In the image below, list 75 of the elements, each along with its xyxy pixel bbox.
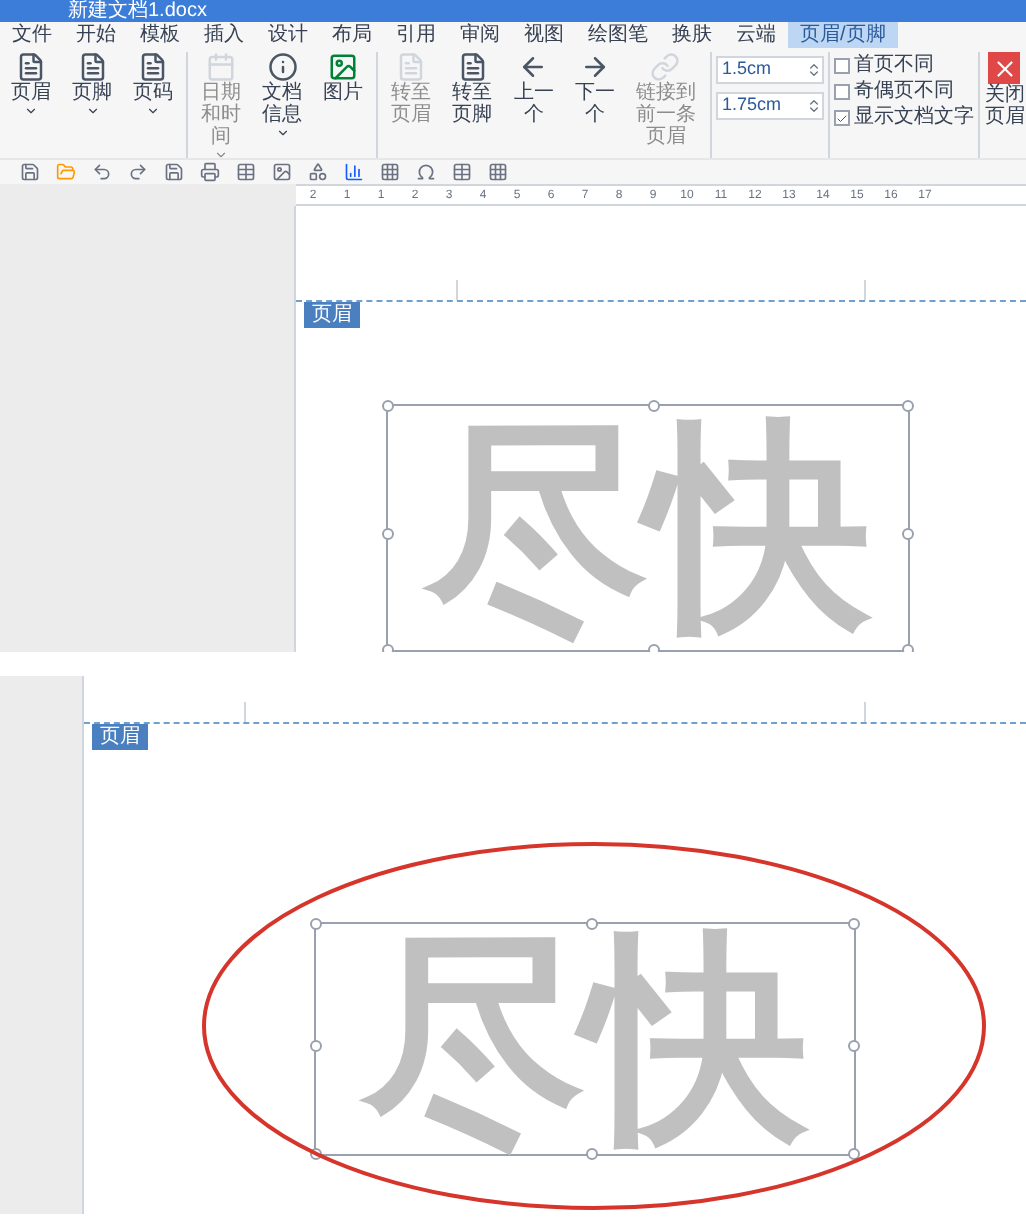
page-icon	[138, 52, 169, 83]
folder-icon[interactable]	[56, 162, 76, 183]
document-info-icon	[267, 52, 298, 83]
spin-field[interactable]: 1.5cm	[715, 56, 824, 85]
spinner-icon	[805, 62, 822, 79]
calendar-icon	[205, 52, 236, 83]
ribbon-button[interactable]: 文档信息	[251, 52, 313, 141]
checkbox-label: 显示文档文字	[853, 106, 974, 131]
spin-value: 1.5cm	[719, 56, 773, 83]
ribbon-button[interactable]: 页脚	[61, 52, 123, 119]
checkbox[interactable]	[833, 110, 850, 127]
page-icon	[15, 52, 46, 83]
page-icon	[77, 52, 108, 83]
checkbox-label: 首页不同	[853, 54, 934, 79]
menu-tab[interactable]: 页眉/页脚	[788, 22, 898, 49]
ribbon-button[interactable]: 转至页脚	[441, 52, 503, 127]
resize-handle[interactable]	[648, 400, 660, 412]
right-arrow-icon	[579, 52, 610, 83]
image-icon[interactable]	[272, 162, 292, 183]
page-icon	[395, 52, 426, 83]
resize-handle[interactable]	[382, 528, 394, 540]
checkbox[interactable]	[833, 84, 850, 101]
menu-tab[interactable]: 绘图笔	[576, 22, 660, 49]
resize-handle[interactable]	[902, 528, 914, 540]
check-icon	[835, 111, 848, 126]
table-icon[interactable]	[452, 162, 472, 183]
grid-icon[interactable]	[488, 162, 508, 183]
menu-tab[interactable]: 换肤	[660, 22, 724, 49]
header-tag: 页眉	[304, 302, 360, 328]
resize-handle[interactable]	[848, 1148, 860, 1160]
print-icon[interactable]	[200, 162, 220, 183]
ribbon-button[interactable]: 页码	[122, 52, 185, 119]
bar-chart-icon[interactable]	[344, 162, 364, 183]
spin-value: 1.75cm	[719, 92, 783, 119]
spinner-icon	[805, 98, 822, 115]
ribbon-button[interactable]: 上一个	[502, 52, 565, 127]
resize-handle[interactable]	[585, 918, 597, 930]
resize-handle[interactable]	[902, 400, 914, 412]
checkbox-label: 奇偶页不同	[853, 80, 954, 105]
close-header-button[interactable]: 关闭页眉	[983, 52, 1026, 129]
resize-handle[interactable]	[848, 918, 860, 930]
table-icon[interactable]	[236, 162, 256, 183]
shapes-icon[interactable]	[308, 162, 328, 183]
page-icon	[457, 52, 488, 83]
resize-handle[interactable]	[848, 1039, 860, 1051]
menu-tab[interactable]: 引用	[384, 22, 448, 49]
menu-tab[interactable]: 布局	[320, 22, 384, 49]
save-icon[interactable]	[20, 162, 40, 183]
header-text: 尽快	[424, 416, 872, 640]
grid-icon[interactable]	[380, 162, 400, 183]
link-icon	[650, 52, 681, 83]
ribbon-button[interactable]: 图片	[312, 52, 375, 105]
omega-icon[interactable]	[416, 162, 436, 183]
resize-handle[interactable]	[310, 918, 322, 930]
header-text: 尽快	[361, 927, 809, 1151]
menu-tab[interactable]: 模板	[128, 22, 192, 49]
ribbon-button[interactable]: 页眉	[0, 52, 62, 119]
resize-handle[interactable]	[310, 1039, 322, 1051]
resize-handle[interactable]	[585, 1148, 597, 1160]
ribbon-button[interactable]: 下一个	[564, 52, 626, 127]
resize-handle[interactable]	[382, 400, 394, 412]
menu-tab[interactable]: 设计	[256, 22, 320, 49]
menu-tab[interactable]: 云端	[724, 22, 788, 49]
menu-tab[interactable]: 插入	[192, 22, 256, 49]
undo-icon[interactable]	[92, 162, 112, 183]
checkbox[interactable]	[833, 58, 850, 75]
menu-tab[interactable]: 开始	[64, 22, 128, 49]
header-tag: 页眉	[92, 724, 148, 750]
save-icon[interactable]	[164, 162, 184, 183]
spin-field[interactable]: 1.75cm	[715, 92, 824, 121]
image-icon	[328, 52, 359, 83]
redo-icon[interactable]	[128, 162, 148, 183]
menu-tab[interactable]: 视图	[512, 22, 576, 49]
menu-tab[interactable]: 审阅	[448, 22, 512, 49]
menu-tab[interactable]: 文件	[0, 22, 64, 49]
